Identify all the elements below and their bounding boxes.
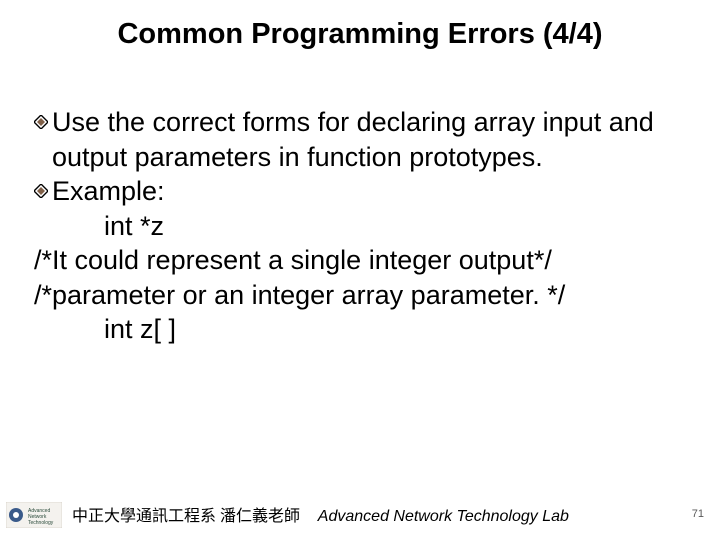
- footer-text-zh: 中正大學通訊工程系 潘仁義老師: [72, 508, 300, 525]
- slide-title: Common Programming Errors (4/4): [0, 18, 720, 51]
- bullet-diamond-icon: [34, 184, 48, 198]
- footer-logo: Advanced Network Technology: [6, 502, 62, 528]
- bullet-item-2: Example:: [34, 174, 686, 209]
- page-number: 71: [692, 508, 704, 520]
- footer: Advanced Network Technology 中正大學通訊工程系 潘仁…: [0, 502, 720, 528]
- code-line-4: int z[ ]: [34, 312, 686, 347]
- bullet-text-1: Use the correct forms for declaring arra…: [52, 105, 686, 174]
- bullet-diamond-icon: [34, 115, 48, 129]
- svg-text:Technology: Technology: [28, 520, 54, 526]
- code-line-1: int *z: [34, 209, 686, 244]
- bullet-item-1: Use the correct forms for declaring arra…: [34, 105, 686, 174]
- bullet-text-2: Example:: [52, 174, 686, 209]
- code-line-2: /*It could represent a single integer ou…: [34, 243, 686, 278]
- slide-body: Use the correct forms for declaring arra…: [34, 105, 686, 347]
- slide: Common Programming Errors (4/4) Use the …: [0, 0, 720, 540]
- footer-text-en: Advanced Network Technology Lab: [318, 508, 569, 525]
- code-line-3: /*parameter or an integer array paramete…: [34, 278, 686, 313]
- footer-text: 中正大學通訊工程系 潘仁義老師 Advanced Network Technol…: [72, 502, 569, 526]
